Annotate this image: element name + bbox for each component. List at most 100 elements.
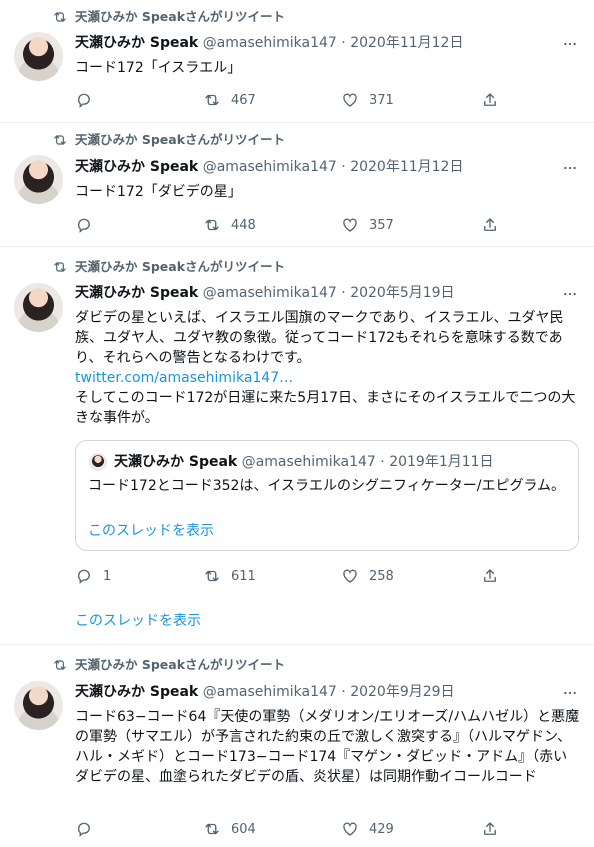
- author-handle[interactable]: @amasehimika147: [203, 285, 337, 301]
- divider: [0, 246, 594, 247]
- like-button[interactable]: 429: [341, 819, 394, 839]
- retweeted-by-label[interactable]: 天瀬ひみか Speakさんがリツイート: [75, 131, 285, 149]
- dot-separator: ·: [336, 35, 351, 51]
- tweet-text-part: そしてこのコード172が日運に来た5月17日、まさにそのイスラエルで二つの大きな…: [75, 390, 576, 426]
- tweet-actions: 448 357: [75, 215, 505, 235]
- retweeted-by-label[interactable]: 天瀬ひみか Speakさんがリツイート: [75, 656, 285, 674]
- tweet-text: コード63−コード64『天使の軍勢（メダリオン/エリオーズ/ハムハゼル）と悪魔の…: [75, 709, 580, 785]
- like-count: 371: [369, 92, 394, 108]
- tweet-header: 天瀬ひみか Speak @amasehimika147 · 2020年9月29日: [75, 682, 455, 702]
- tweet-text: コード172「ダビデの星」: [75, 184, 242, 200]
- divider: [0, 644, 594, 645]
- reply-button[interactable]: 1: [75, 566, 111, 586]
- retweet-icon: [203, 567, 221, 585]
- retweet-icon: [203, 820, 221, 838]
- quoted-avatar: [89, 453, 107, 471]
- like-count: 429: [369, 821, 394, 837]
- retweet-count: 604: [231, 821, 256, 837]
- author-name[interactable]: 天瀬ひみか Speak: [75, 35, 198, 51]
- avatar[interactable]: [14, 155, 63, 204]
- dot-separator: ·: [336, 159, 351, 175]
- tweet-text: ダビデの星といえば、イスラエル国旗のマークであり、イスラエル、ユダヤ民族、ユダヤ…: [75, 308, 580, 428]
- avatar[interactable]: [14, 32, 63, 81]
- author-name[interactable]: 天瀬ひみか Speak: [75, 684, 198, 700]
- show-thread-link[interactable]: このスレッドを表示: [75, 611, 201, 631]
- dot-separator: ·: [336, 684, 351, 700]
- tweet-text-part: ダビデの星といえば、イスラエル国旗のマークであり、イスラエル、ユダヤ民族、ユダヤ…: [75, 310, 564, 366]
- more-icon[interactable]: [562, 286, 578, 302]
- share-button[interactable]: [481, 215, 499, 235]
- reply-icon: [75, 216, 93, 234]
- tweet-actions: 1 611 258: [75, 566, 505, 586]
- retweet-button[interactable]: 611: [203, 566, 256, 586]
- like-count: 357: [369, 217, 394, 233]
- author-name[interactable]: 天瀬ひみか Speak: [75, 159, 198, 175]
- like-button[interactable]: 357: [341, 215, 394, 235]
- reply-button[interactable]: [75, 819, 93, 839]
- quoted-thread-link[interactable]: このスレッドを表示: [88, 521, 214, 541]
- share-icon: [481, 567, 499, 585]
- share-button[interactable]: [481, 819, 499, 839]
- reply-icon: [75, 567, 93, 585]
- like-count: 258: [369, 568, 394, 584]
- retweet-icon: [52, 259, 68, 275]
- quoted-text: コード172とコード352は、イスラエルのシグニフィケーター/エピグラム。: [88, 478, 566, 494]
- retweet-icon: [203, 91, 221, 109]
- tweet-actions: 604 429: [75, 819, 505, 839]
- avatar[interactable]: [14, 283, 63, 332]
- reply-count: 1: [103, 568, 112, 584]
- like-icon: [341, 820, 359, 838]
- tweet-actions: 467 371: [75, 90, 505, 110]
- tweet-date[interactable]: 2020年11月12日: [350, 35, 463, 51]
- retweeted-by-label[interactable]: 天瀬ひみか Speakさんがリツイート: [75, 8, 285, 26]
- more-icon[interactable]: [562, 36, 578, 52]
- dot-separator: ·: [336, 285, 351, 301]
- tweet[interactable]: 天瀬ひみか Speakさんがリツイート 天瀬ひみか Speak @amasehi…: [0, 131, 594, 243]
- like-button[interactable]: 258: [341, 566, 394, 586]
- share-icon: [481, 820, 499, 838]
- tweet-header: 天瀬ひみか Speak @amasehimika147 · 2020年5月19日: [75, 283, 455, 303]
- retweet-count: 467: [231, 92, 256, 108]
- retweet-count: 448: [231, 217, 256, 233]
- reply-button[interactable]: [75, 215, 93, 235]
- like-icon: [341, 216, 359, 234]
- tweet[interactable]: 天瀬ひみか Speakさんがリツイート 天瀬ひみか Speak @amasehi…: [0, 8, 594, 120]
- share-button[interactable]: [481, 566, 499, 586]
- tweet-date[interactable]: 2020年11月12日: [350, 159, 463, 175]
- retweet-icon: [52, 9, 68, 25]
- share-button[interactable]: [481, 90, 499, 110]
- retweet-count: 611: [231, 568, 256, 584]
- author-handle[interactable]: @amasehimika147: [203, 684, 337, 700]
- tweet-text: コード172「イスラエル」: [75, 60, 242, 76]
- like-icon: [341, 567, 359, 585]
- dot-separator: ·: [375, 454, 390, 470]
- reply-icon: [75, 91, 93, 109]
- retweet-button[interactable]: 604: [203, 819, 256, 839]
- retweet-button[interactable]: 467: [203, 90, 256, 110]
- like-icon: [341, 91, 359, 109]
- quoted-header: 天瀬ひみか Speak @amasehimika147 · 2019年1月11日: [114, 452, 494, 472]
- quoted-author-handle: @amasehimika147: [241, 454, 376, 470]
- divider: [0, 122, 594, 123]
- quoted-tweet[interactable]: 天瀬ひみか Speak @amasehimika147 · 2019年1月11日…: [75, 440, 579, 551]
- author-name[interactable]: 天瀬ひみか Speak: [75, 285, 198, 301]
- tweet[interactable]: 天瀬ひみか Speakさんがリツイート 天瀬ひみか Speak @amasehi…: [0, 656, 594, 847]
- tweet-link[interactable]: twitter.com/amasehimika147…: [75, 368, 580, 388]
- tweet-date[interactable]: 2020年9月29日: [350, 684, 454, 700]
- tweet-header: 天瀬ひみか Speak @amasehimika147 · 2020年11月12…: [75, 33, 463, 53]
- more-icon[interactable]: [562, 160, 578, 176]
- reply-icon: [75, 820, 93, 838]
- more-icon[interactable]: [562, 685, 578, 701]
- author-handle[interactable]: @amasehimika147: [203, 35, 337, 51]
- retweeted-by-label[interactable]: 天瀬ひみか Speakさんがリツイート: [75, 258, 285, 276]
- avatar[interactable]: [14, 681, 63, 730]
- share-icon: [481, 91, 499, 109]
- tweet-date[interactable]: 2020年5月19日: [350, 285, 454, 301]
- reply-button[interactable]: [75, 90, 93, 110]
- retweet-button[interactable]: 448: [203, 215, 256, 235]
- quoted-date: 2019年1月11日: [389, 454, 494, 470]
- like-button[interactable]: 371: [341, 90, 394, 110]
- quoted-author-name: 天瀬ひみか Speak: [114, 454, 238, 470]
- author-handle[interactable]: @amasehimika147: [203, 159, 337, 175]
- tweet-header: 天瀬ひみか Speak @amasehimika147 · 2020年11月12…: [75, 157, 463, 177]
